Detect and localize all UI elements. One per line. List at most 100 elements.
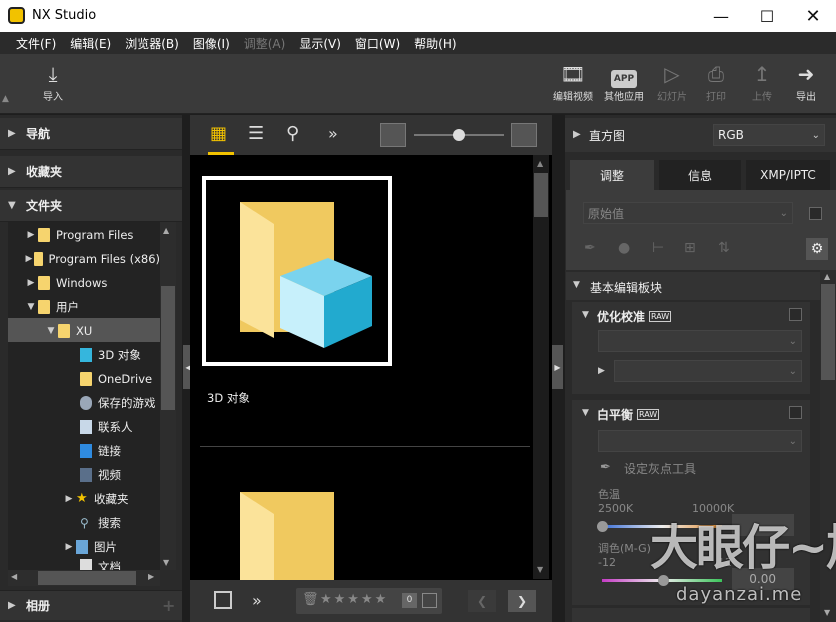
expand-arrow-icon[interactable]: ▶: [598, 366, 605, 376]
favorites-section-header[interactable]: ▶ 收藏夹: [0, 156, 182, 188]
menu-edit[interactable]: 编辑(E): [70, 35, 111, 52]
menu-view[interactable]: 显示(V): [299, 35, 341, 52]
dropper-icon[interactable]: ✒: [600, 460, 611, 475]
perspective-icon[interactable]: ⇅: [718, 240, 730, 256]
expand-arrow-icon[interactable]: ▶: [573, 129, 581, 140]
menu-window[interactable]: 窗口(W): [355, 35, 400, 52]
tree-item-program-files[interactable]: ▶ Program Files: [24, 223, 133, 247]
histogram-mode-select[interactable]: RGB ⌄: [713, 124, 825, 146]
menu-file[interactable]: 文件(F): [16, 35, 56, 52]
list-view-icon[interactable]: ☰: [248, 123, 264, 144]
tree-item-windows[interactable]: ▶ Windows: [24, 271, 107, 295]
collapse-arrow-icon[interactable]: ▼: [582, 310, 589, 320]
trash-icon[interactable]: 🗑: [302, 592, 319, 607]
tree-item-saved-games[interactable]: 保存的游戏: [80, 391, 156, 415]
tree-item-3d-objects[interactable]: 3D 对象: [80, 343, 141, 367]
compare-icon[interactable]: [214, 591, 232, 609]
collapse-arrow-icon[interactable]: ▼: [582, 408, 589, 418]
basic-panel-header[interactable]: ▼ 基本编辑板块: [566, 272, 820, 300]
collapse-toolbar-icon[interactable]: ▲: [2, 94, 9, 104]
import-button[interactable]: ⤓ 导入: [36, 60, 70, 112]
white-balance-checkbox[interactable]: [789, 406, 802, 419]
menu-image[interactable]: 图像(I): [193, 35, 230, 52]
tree-item-documents[interactable]: 文档: [80, 559, 121, 570]
dropper-icon[interactable]: ✒: [584, 240, 596, 256]
search-icon: ⚲: [80, 516, 89, 530]
expand-arrow-icon: ▶: [8, 600, 16, 611]
slideshow-button[interactable]: ▷ 幻灯片: [652, 60, 692, 112]
star-rating[interactable]: ★★★★★: [320, 592, 388, 607]
other-apps-button[interactable]: APP 其他应用: [601, 60, 647, 112]
next-button[interactable]: ❯: [508, 590, 536, 612]
large-thumbnail-icon[interactable]: [511, 123, 537, 147]
scrollbar-thumb[interactable]: [38, 571, 136, 585]
scrollbar-thumb[interactable]: [161, 286, 175, 410]
gear-icon[interactable]: ⚙: [806, 238, 828, 260]
scroll-up-icon[interactable]: ▲: [163, 226, 169, 235]
grid-vertical-scrollbar[interactable]: ▲ ▼: [533, 155, 549, 579]
bandage-icon[interactable]: ●: [618, 240, 630, 256]
thumbnail-selected[interactable]: [202, 176, 392, 366]
tree-horizontal-scrollbar[interactable]: ◀ ▶: [8, 570, 160, 586]
maximize-button[interactable]: ☐: [744, 0, 790, 32]
scroll-up-icon[interactable]: ▲: [824, 272, 830, 281]
grid-view-icon[interactable]: ▦: [210, 123, 227, 144]
tab-xmp-iptc[interactable]: XMP/IPTC: [746, 160, 830, 190]
folders-section-header[interactable]: ▼ 文件夹: [0, 190, 182, 222]
nav-section-header[interactable]: ▶ 导航: [0, 118, 182, 150]
scrollbar-thumb[interactable]: [534, 173, 548, 217]
white-balance-select[interactable]: ⌄: [598, 430, 802, 452]
tree-item-onedrive[interactable]: OneDrive: [80, 367, 152, 391]
slider-handle[interactable]: [453, 129, 465, 141]
tree-item-favorites[interactable]: ▶ ★ 收藏夹: [62, 487, 129, 511]
scroll-up-icon[interactable]: ▲: [537, 159, 543, 168]
add-album-icon[interactable]: +: [162, 596, 175, 615]
straighten-icon[interactable]: ⊢: [652, 240, 664, 256]
more-options-icon[interactable]: »: [328, 124, 338, 143]
picture-control-select[interactable]: ⌄: [598, 330, 802, 352]
scroll-down-icon[interactable]: ▼: [163, 558, 169, 567]
next-section-header[interactable]: [572, 608, 810, 622]
slider-handle[interactable]: [597, 521, 608, 532]
menu-adjust[interactable]: 调整(A): [244, 35, 286, 52]
edit-video-button[interactable]: 🎞 编辑视频: [550, 60, 596, 112]
picture-control-sub-select[interactable]: ⌄: [614, 360, 802, 382]
label-count[interactable]: 0: [402, 593, 417, 608]
map-pin-icon[interactable]: ⚲: [286, 123, 299, 144]
albums-section-header[interactable]: ▶ 相册 +: [0, 590, 182, 620]
close-button[interactable]: ✕: [790, 0, 836, 32]
thumbnail[interactable]: [206, 490, 388, 580]
tree-vertical-scrollbar[interactable]: ▲ ▼: [160, 222, 176, 570]
upload-button[interactable]: ↥ 上传: [746, 60, 778, 112]
crop-icon[interactable]: ⊞: [684, 240, 696, 256]
print-button[interactable]: ⎙ 打印: [700, 60, 732, 112]
menu-browser[interactable]: 浏览器(B): [125, 35, 179, 52]
protect-icon[interactable]: [422, 593, 437, 608]
expand-arrow-icon: ▶: [25, 254, 33, 264]
tree-item-pictures[interactable]: ▶ 图片: [62, 535, 117, 559]
scroll-left-icon[interactable]: ◀: [11, 572, 17, 581]
minimize-button[interactable]: —: [698, 0, 744, 32]
optimize-checkbox[interactable]: [789, 308, 802, 321]
tree-item-videos[interactable]: 视频: [80, 463, 121, 487]
scroll-down-icon[interactable]: ▼: [824, 608, 830, 617]
tree-item-links[interactable]: 链接: [80, 439, 121, 463]
export-button[interactable]: ➜ 导出: [790, 60, 822, 112]
scroll-down-icon[interactable]: ▼: [537, 565, 543, 574]
menu-help[interactable]: 帮助(H): [414, 35, 456, 52]
tree-item-contacts[interactable]: 联系人: [80, 415, 133, 439]
tree-item-search[interactable]: ⚲ 搜索: [80, 511, 121, 535]
more-options-icon[interactable]: »: [252, 591, 262, 610]
small-thumbnail-icon[interactable]: [380, 123, 406, 147]
tree-item-users[interactable]: ▼ 用户: [24, 295, 79, 319]
collapse-right-panel-button[interactable]: ▶: [552, 345, 563, 389]
preset-select[interactable]: 原始值 ⌄: [583, 202, 793, 224]
scroll-right-icon[interactable]: ▶: [148, 572, 154, 581]
tree-item-xu[interactable]: ▼ XU: [44, 319, 92, 343]
scrollbar-thumb[interactable]: [821, 284, 835, 380]
tree-item-program-files-x86[interactable]: ▶ Program Files (x86): [24, 247, 160, 271]
tab-adjust[interactable]: 调整: [570, 160, 654, 190]
preset-checkbox[interactable]: [809, 207, 822, 220]
prev-button[interactable]: ❮: [468, 590, 496, 612]
tab-info[interactable]: 信息: [659, 160, 741, 190]
